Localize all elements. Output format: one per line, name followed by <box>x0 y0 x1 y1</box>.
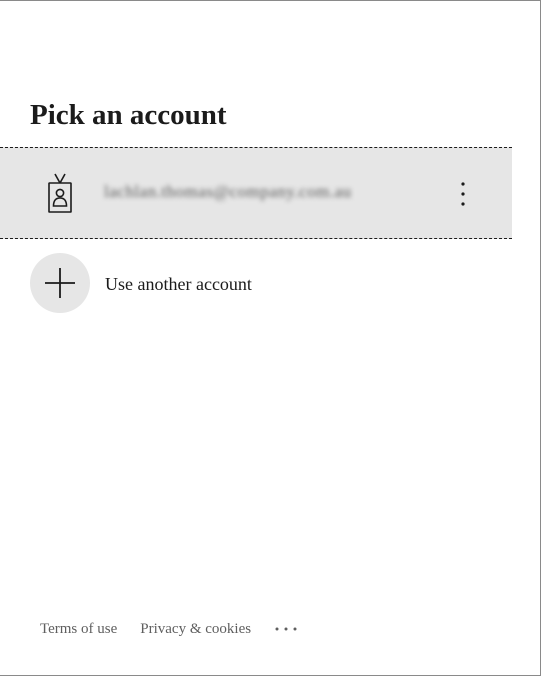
footer: Terms of use Privacy & cookies <box>40 619 298 639</box>
account-more-options-button[interactable] <box>448 174 478 214</box>
vertical-ellipsis-icon <box>461 182 465 206</box>
use-another-account-button[interactable]: Use another account <box>30 253 512 315</box>
footer-more-button[interactable] <box>274 619 298 639</box>
plus-icon <box>45 268 75 298</box>
terms-of-use-link[interactable]: Terms of use <box>40 619 117 639</box>
id-badge-icon <box>48 173 72 213</box>
account-email: lachlan.thomas@company.com.au <box>104 182 352 201</box>
use-another-account-label: Use another account <box>105 274 252 294</box>
plus-icon-circle <box>30 253 90 313</box>
privacy-cookies-link[interactable]: Privacy & cookies <box>140 619 251 639</box>
account-tile[interactable]: lachlan.thomas@company.com.au <box>0 147 512 239</box>
horizontal-ellipsis-icon <box>275 627 297 631</box>
page-title: Pick an account <box>30 99 227 131</box>
account-picker-panel: Pick an account lachlan.thomas@company.c… <box>0 0 541 676</box>
